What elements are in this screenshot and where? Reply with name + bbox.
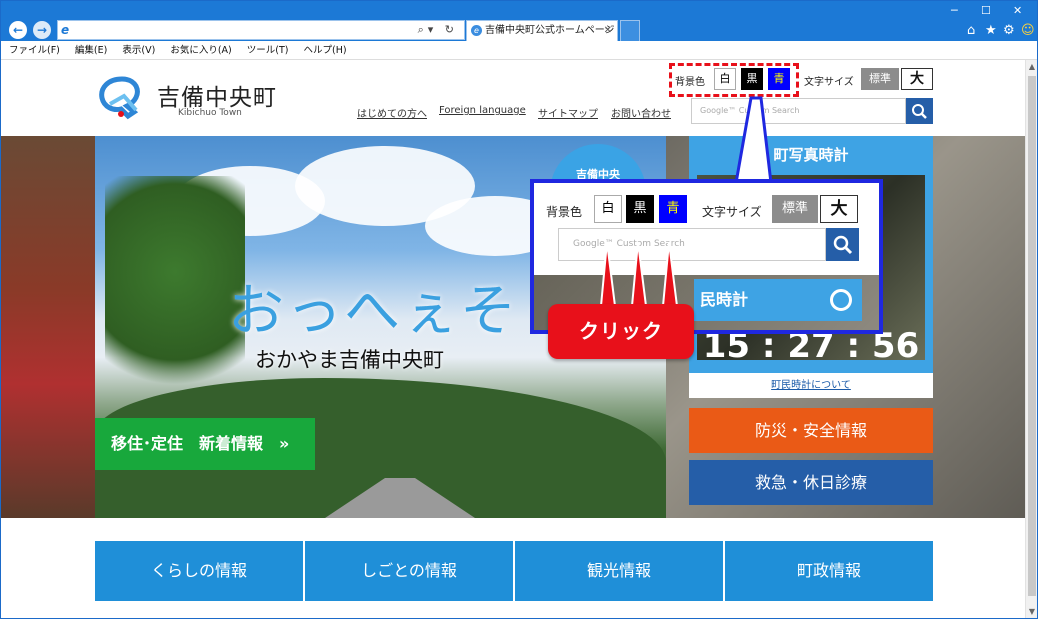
tab-title: 吉備中央町公式ホームページ xyxy=(485,25,615,36)
highlight-box xyxy=(669,63,799,97)
link-contact[interactable]: お問い合わせ xyxy=(611,105,671,120)
vertical-scrollbar[interactable]: ▲ ▼ xyxy=(1025,60,1037,618)
web-page: 吉備中央町 Kibichuo Town はじめての方へ Foreign lang… xyxy=(1,60,1025,618)
scroll-up-icon[interactable]: ▲ xyxy=(1026,62,1037,71)
zoom-text-size-standard-button[interactable]: 標準 xyxy=(772,195,818,223)
gear-icon[interactable]: ⚙ xyxy=(1003,23,1015,38)
nav-government[interactable]: 町政情報 xyxy=(725,541,933,601)
zoom-bg-color-label: 背景色 xyxy=(546,205,583,219)
search-icon xyxy=(912,104,927,119)
browser-tab[interactable]: e 吉備中央町公式ホームページ ✕ xyxy=(466,20,618,41)
minimize-icon[interactable]: ─ xyxy=(951,4,958,17)
zoom-search-button[interactable] xyxy=(826,228,859,261)
link-foreign-language[interactable]: Foreign language xyxy=(439,105,526,116)
menu-file[interactable]: ファイル(F) xyxy=(9,45,60,56)
menu-tools[interactable]: ツール(T) xyxy=(247,45,289,56)
migration-news-button[interactable]: 移住･定住 新着情報 » xyxy=(95,418,315,470)
zoom-text-size-label: 文字サイズ xyxy=(702,205,762,219)
zoom-search-input[interactable]: Google™ Custom Search xyxy=(558,228,826,261)
clock-info-link[interactable]: 町民時計について xyxy=(689,373,933,398)
home-icon[interactable]: ⌂ xyxy=(967,23,975,38)
hero-left-photo xyxy=(1,136,95,518)
nav-work[interactable]: しごとの情報 xyxy=(305,541,515,601)
nav-living[interactable]: くらしの情報 xyxy=(95,541,305,601)
photo-clock-title: 町写真時計 xyxy=(773,146,849,164)
ie-page-icon: e xyxy=(61,23,70,37)
zoom-bg-white-button[interactable]: 白 xyxy=(594,195,622,223)
tab-favicon-icon: e xyxy=(471,25,482,36)
text-size-label: 文字サイズ xyxy=(804,77,854,88)
zoom-bg-black-button[interactable]: 黒 xyxy=(626,195,654,223)
menu-help[interactable]: ヘルプ(H) xyxy=(304,45,347,56)
clock-icon xyxy=(830,289,852,311)
new-tab-button[interactable] xyxy=(620,20,640,41)
close-icon[interactable]: ✕ xyxy=(1013,4,1022,17)
browser-window: ─ ☐ ✕ ← → e ⌕▾ ↻ e 吉備中央町公式ホームページ ✕ ⌂ ★ ⚙… xyxy=(0,0,1038,619)
disaster-safety-button[interactable]: 防災・安全情報 xyxy=(689,408,933,453)
scroll-thumb[interactable] xyxy=(1028,76,1036,596)
maximize-icon[interactable]: ☐ xyxy=(981,4,991,17)
town-logo-icon xyxy=(99,76,140,120)
menu-bar: ファイル(F) 編集(E) 表示(V) お気に入り(A) ツール(T) ヘルプ(… xyxy=(1,41,1037,60)
zoom-clock-title: 民時計 xyxy=(694,279,862,321)
tab-close-icon[interactable]: ✕ xyxy=(604,21,612,41)
favorites-star-icon[interactable]: ★ xyxy=(985,23,997,38)
browser-titlebar: ─ ☐ ✕ ← → e ⌕▾ ↻ e 吉備中央町公式ホームページ ✕ ⌂ ★ ⚙… xyxy=(1,1,1037,41)
text-size-standard-button[interactable]: 標準 xyxy=(861,68,899,90)
site-name-romaji: Kibichuo Town xyxy=(178,108,242,118)
text-size-large-button[interactable]: 大 xyxy=(901,68,933,90)
search-button[interactable] xyxy=(906,98,933,124)
zoom-clock-title-text: 民時計 xyxy=(700,290,749,309)
menu-favorites[interactable]: お気に入り(A) xyxy=(170,45,231,56)
back-icon[interactable]: ← xyxy=(9,21,27,39)
site-name[interactable]: 吉備中央町 xyxy=(157,78,277,112)
link-sitemap[interactable]: サイトマップ xyxy=(538,105,598,120)
info-nav: くらしの情報 しごとの情報 観光情報 町政情報 xyxy=(95,541,933,601)
hero-slogan: おっへぇそぅ xyxy=(228,279,576,344)
search-refresh-icons[interactable]: ⌕▾ ↻ xyxy=(418,23,458,37)
address-bar[interactable]: e ⌕▾ ↻ xyxy=(57,20,465,40)
smiley-icon[interactable]: ☺ xyxy=(1021,23,1035,38)
link-beginners[interactable]: はじめての方へ xyxy=(357,105,427,120)
emergency-holiday-button[interactable]: 救急・休日診療 xyxy=(689,460,933,505)
zoom-search-icon xyxy=(833,235,853,255)
menu-edit[interactable]: 編集(E) xyxy=(75,45,107,56)
zoom-text-size-large-button[interactable]: 大 xyxy=(820,195,858,223)
zoom-bg-blue-button[interactable]: 青 xyxy=(659,195,687,223)
search-input[interactable]: Google™ Custom Search xyxy=(691,98,906,124)
hero-slogan-sub: おかやま吉備中央町 xyxy=(255,348,444,372)
scroll-down-icon[interactable]: ▼ xyxy=(1026,607,1037,616)
nav-tourism[interactable]: 観光情報 xyxy=(515,541,725,601)
forward-icon[interactable]: → xyxy=(33,21,51,39)
click-annotation: クリック xyxy=(548,304,694,359)
menu-view[interactable]: 表示(V) xyxy=(122,45,155,56)
